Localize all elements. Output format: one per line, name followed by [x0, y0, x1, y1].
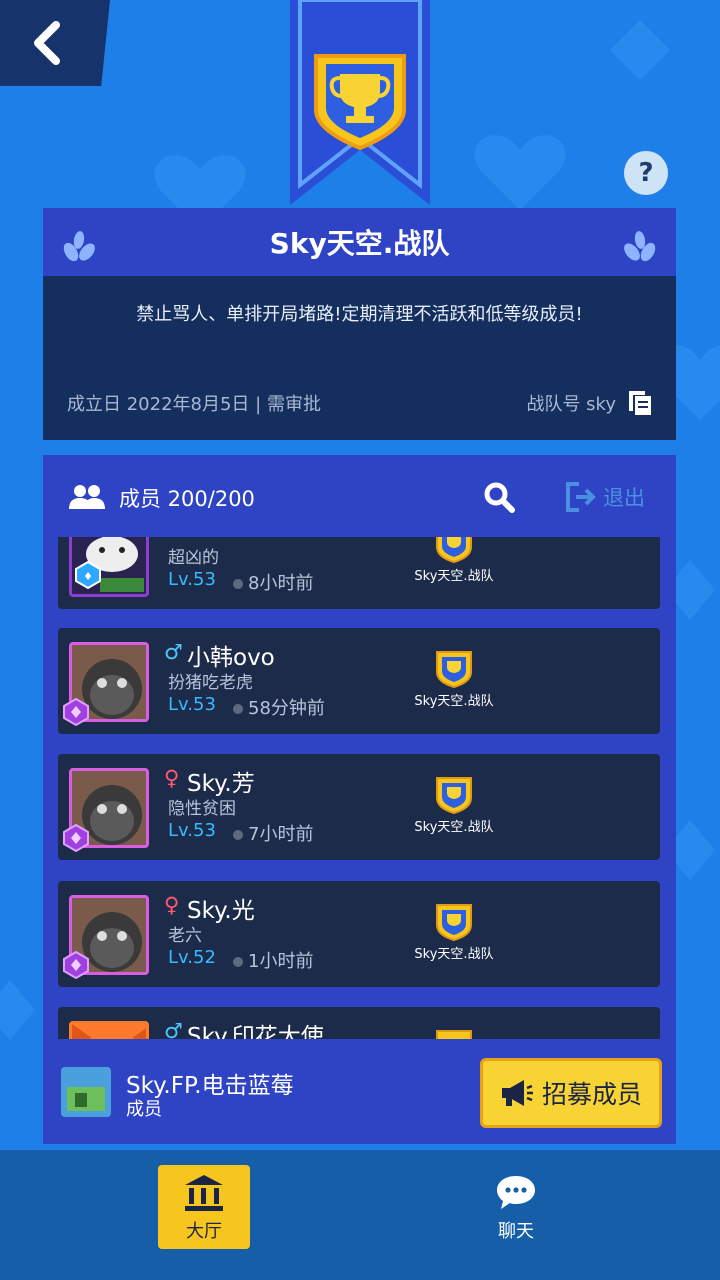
member-row[interactable]: ♀ Sky.芳 隐性贫困 Lv.53 7小时前 Sky天空.战队 — [58, 754, 660, 860]
member-signature: 扮猪吃老虎 — [168, 673, 253, 693]
team-shield-icon — [436, 537, 472, 563]
tab-hall-label: 大厅 — [186, 1221, 222, 1242]
member-row[interactable]: ♂ Sky.印花大使 — [58, 1007, 660, 1039]
rank-badge-icon — [63, 698, 89, 726]
member-team: Sky天空.战队 — [414, 569, 494, 584]
member-last-seen: 8小时前 — [248, 573, 314, 594]
gender-male-icon: ♂ — [164, 1019, 183, 1039]
team-header: Sky天空.战队 — [43, 208, 676, 276]
team-description: 禁止骂人、单排开局堵路!定期清理不活跃和低等级成员! — [136, 304, 583, 325]
team-title: Sky天空.战队 — [269, 227, 450, 260]
avatar[interactable] — [69, 1021, 149, 1039]
gender-female-icon: ♀ — [164, 766, 180, 790]
bottom-navigation: 大厅 聊天 — [0, 1150, 720, 1280]
bank-building-icon — [185, 1175, 223, 1211]
member-team: Sky天空.战队 — [414, 694, 494, 709]
member-level: Lv.52 — [168, 947, 216, 968]
self-role: 成员 — [126, 1099, 162, 1120]
recruit-label: 招募成员 — [541, 1080, 642, 1109]
offline-dot — [233, 830, 243, 840]
member-level: Lv.53 — [168, 694, 216, 715]
team-info-panel: 禁止骂人、单排开局堵路!定期清理不活跃和低等级成员! 成立日 2022年8月5日… — [43, 276, 676, 440]
megaphone-icon — [501, 1080, 533, 1106]
member-row[interactable]: ♦ 超凶的 Lv.53 8小时前 Sky天空.战队 — [58, 537, 660, 609]
rank-badge-icon: ♦ — [75, 561, 101, 589]
member-signature: 超凶的 — [168, 548, 219, 568]
team-shield-icon — [436, 651, 472, 688]
team-shield-icon — [436, 904, 472, 941]
member-level: Lv.53 — [168, 820, 216, 841]
team-shield-icon — [436, 1030, 472, 1039]
offline-dot — [233, 704, 243, 714]
team-banner-trophy-icon — [290, 0, 430, 205]
exit-team-button[interactable]: 退出 — [565, 481, 660, 513]
tab-hall[interactable]: 大厅 — [158, 1165, 250, 1249]
team-founded-date: 成立日 2022年8月5日 | 需审批 — [67, 394, 321, 415]
member-last-seen: 58分钟前 — [248, 698, 325, 719]
exit-label: 退出 — [603, 486, 645, 510]
tab-chat[interactable]: 聊天 — [470, 1165, 562, 1249]
member-row[interactable]: ♂ 小韩ovo 扮猪吃老虎 Lv.53 58分钟前 Sky天空.战队 — [58, 628, 660, 734]
logout-icon — [566, 482, 596, 512]
members-icon — [69, 485, 105, 509]
chat-bubble-icon — [497, 1176, 535, 1209]
team-id: 战队号 sky — [526, 394, 616, 415]
member-level: Lv.53 — [168, 569, 216, 590]
members-count: 成员 200/200 — [119, 487, 255, 511]
gender-female-icon: ♀ — [164, 893, 180, 917]
member-name: 小韩ovo — [187, 645, 275, 671]
member-last-seen: 7小时前 — [248, 824, 314, 845]
member-name: Sky.光 — [187, 898, 255, 924]
member-last-seen: 1小时前 — [248, 951, 314, 972]
gender-male-icon: ♂ — [164, 640, 183, 664]
member-team: Sky天空.战队 — [414, 947, 494, 962]
tab-chat-label: 聊天 — [498, 1221, 534, 1242]
self-member-bar: Sky.FP.电击蓝莓 成员 招募成员 — [43, 1039, 676, 1144]
fox-avatar-image — [72, 1024, 146, 1039]
laurel-right-icon — [624, 231, 656, 262]
member-signature: 隐性贫困 — [168, 799, 236, 819]
offline-dot — [233, 579, 243, 589]
recruit-members-button[interactable]: 招募成员 — [480, 1058, 662, 1128]
offline-dot — [233, 957, 243, 967]
self-avatar-image — [61, 1067, 111, 1117]
member-name: Sky.芳 — [187, 771, 255, 797]
rank-badge-icon — [63, 824, 89, 852]
member-team: Sky天空.战队 — [414, 820, 494, 835]
chevron-left-icon — [34, 21, 60, 65]
member-signature: 老六 — [168, 926, 202, 946]
rank-badge-icon — [63, 951, 89, 979]
member-row[interactable]: ♀ Sky.光 老六 Lv.52 1小时前 Sky天空.战队 — [58, 881, 660, 987]
members-header: 成员 200/200 退出 — [43, 455, 676, 537]
member-name: Sky.印花大使 — [187, 1024, 324, 1039]
search-icon[interactable] — [483, 481, 515, 513]
help-button[interactable]: ? — [624, 151, 668, 195]
team-shield-icon — [436, 777, 472, 814]
self-avatar[interactable] — [61, 1067, 111, 1117]
svg-text:♦: ♦ — [83, 570, 93, 583]
back-button[interactable] — [0, 0, 110, 86]
copy-icon[interactable] — [628, 390, 652, 416]
members-list[interactable]: ♦ 超凶的 Lv.53 8小时前 Sky天空.战队 ♂ 小韩ovo 扮猪吃老虎 … — [43, 537, 676, 1039]
laurel-left-icon — [63, 231, 95, 262]
